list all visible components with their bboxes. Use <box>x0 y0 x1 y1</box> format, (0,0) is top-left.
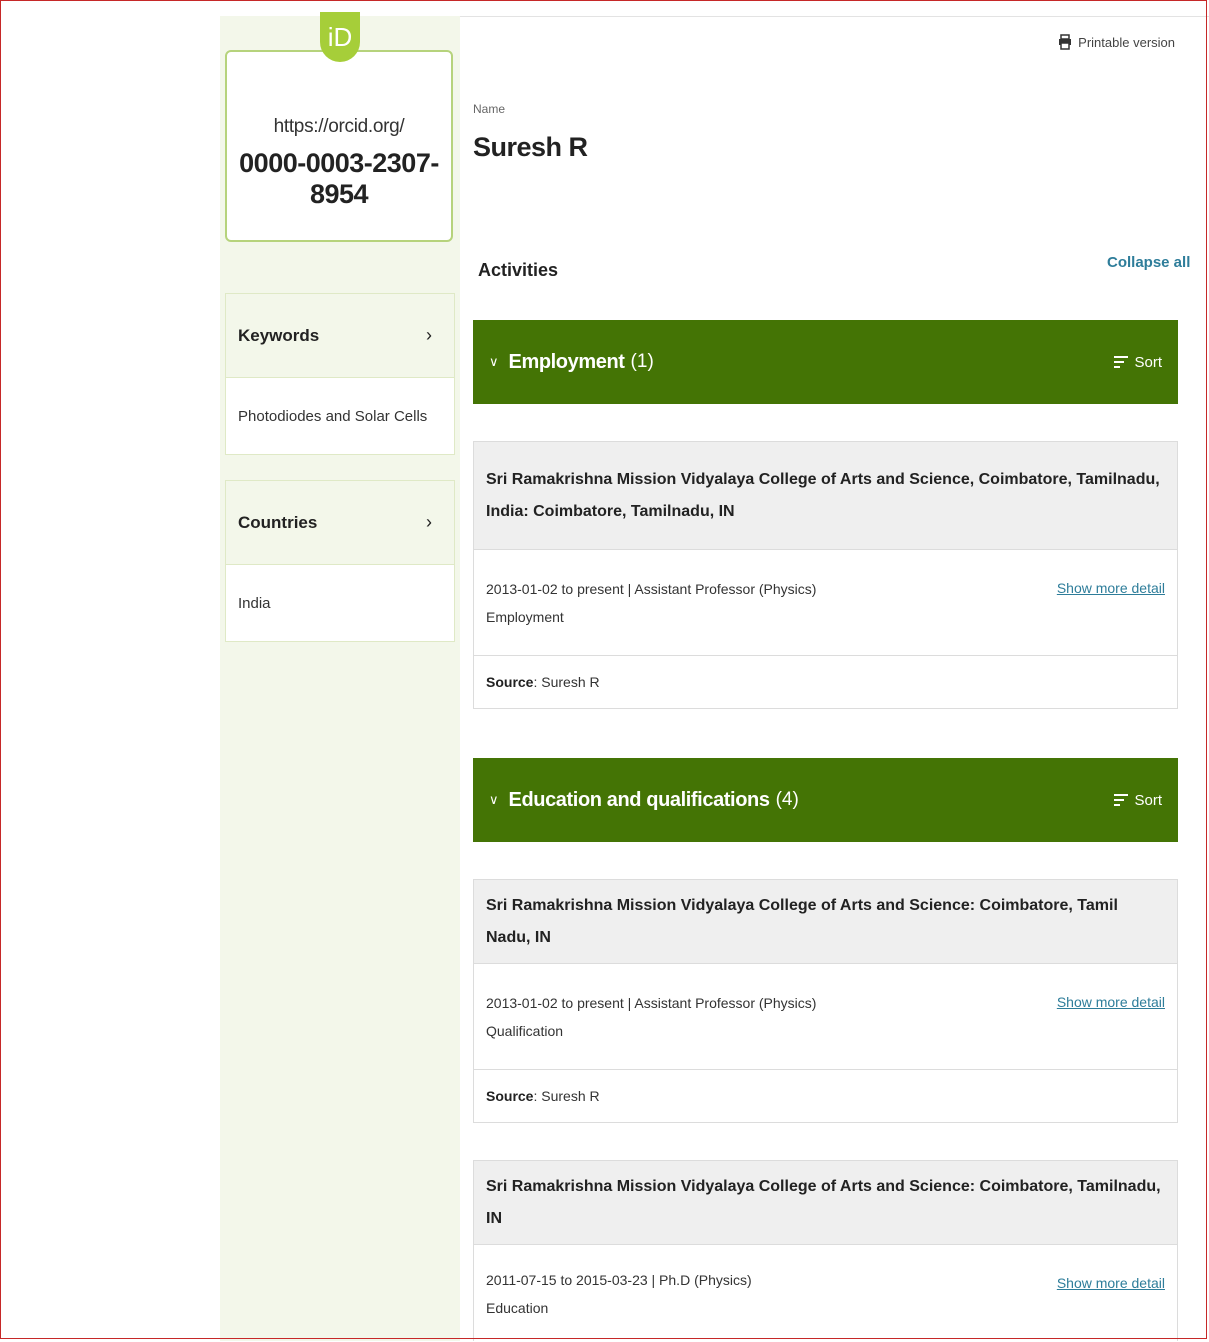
printable-version-link[interactable]: Printable version <box>1058 34 1175 50</box>
keywords-value: Photodiodes and Solar Cells <box>238 407 428 425</box>
employment-sort-button[interactable]: Sort <box>1114 354 1162 371</box>
education-1-type: Qualification <box>486 1022 564 1039</box>
orcid-id-card: https://orcid.org/ 0000-0003-2307-8954 <box>225 50 453 242</box>
countries-title: Countries <box>238 512 318 532</box>
education-sort-label: Sort <box>1134 791 1162 809</box>
keywords-title: Keywords <box>238 325 320 345</box>
countries-header[interactable]: Countries › <box>226 481 454 565</box>
education-section-header[interactable]: ∨ Education and qualifications (4) Sort <box>473 758 1178 842</box>
printable-version-label: Printable version <box>1078 34 1175 50</box>
show-more-detail-link[interactable]: Show more detail <box>1057 574 1165 602</box>
employment-card-title: Sri Ramakrishna Mission Vidyalaya Colleg… <box>474 442 1177 550</box>
countries-value: India <box>238 594 271 612</box>
countries-panel: Countries › India <box>225 480 455 642</box>
name-label: Name <box>473 102 506 116</box>
education-card-1: Sri Ramakrishna Mission Vidyalaya Colleg… <box>473 879 1178 1123</box>
orcid-logo: iD <box>320 12 360 62</box>
orcid-logo-text: iD <box>327 22 353 52</box>
employment-type: Employment <box>486 608 564 625</box>
education-card-1-title: Sri Ramakrishna Mission Vidyalaya Colleg… <box>474 880 1177 964</box>
education-title: Education and qualifications <box>508 788 770 811</box>
employment-source: Source : Suresh R <box>474 656 1177 708</box>
sort-icon <box>1114 356 1129 368</box>
keywords-header[interactable]: Keywords › <box>226 294 454 378</box>
chevron-right-icon[interactable]: › <box>426 325 432 346</box>
show-more-detail-link[interactable]: Show more detail <box>1057 988 1165 1016</box>
employment-sort-label: Sort <box>1134 353 1162 371</box>
printer-icon <box>1059 34 1072 50</box>
education-card-1-body: 2013-01-02 to present | Assistant Profes… <box>474 964 1177 1070</box>
employment-count: (1) <box>630 351 654 372</box>
employment-title: Employment <box>508 350 625 373</box>
education-count: (4) <box>775 789 799 810</box>
collapse-all-link[interactable]: Collapse all <box>1107 254 1190 271</box>
source-label: Source <box>486 1088 534 1104</box>
source-label: Source <box>486 674 534 690</box>
employment-card: Sri Ramakrishna Mission Vidyalaya Colleg… <box>473 441 1178 709</box>
sort-icon <box>1114 794 1129 806</box>
orcid-url-prefix: https://orcid.org/ <box>273 116 405 137</box>
chevron-right-icon[interactable]: › <box>426 512 432 533</box>
employment-card-body: 2013-01-02 to present | Assistant Profes… <box>474 550 1177 656</box>
activities-heading: Activities <box>478 260 559 280</box>
employment-section-header[interactable]: ∨ Employment (1) Sort <box>473 320 1178 404</box>
education-card-2: Sri Ramakrishna Mission Vidyalaya Colleg… <box>473 1160 1178 1341</box>
keywords-panel: Keywords › Photodiodes and Solar Cells <box>225 293 455 455</box>
education-card-2-body: 2011-07-15 to 2015-03-23 | Ph.D (Physics… <box>474 1245 1177 1342</box>
chevron-down-icon[interactable]: ∨ <box>489 792 499 808</box>
source-value: : Suresh R <box>533 1088 600 1104</box>
source-value: : Suresh R <box>533 674 600 690</box>
education-2-type: Education <box>486 1299 549 1316</box>
education-card-2-title: Sri Ramakrishna Mission Vidyalaya Colleg… <box>474 1161 1177 1245</box>
name-value: Suresh R <box>473 132 588 162</box>
education-sort-button[interactable]: Sort <box>1114 792 1162 809</box>
education-1-source: Source : Suresh R <box>474 1070 1177 1122</box>
orcid-id-number: 0000-0003-2307-8954 <box>239 148 439 209</box>
show-more-detail-link[interactable]: Show more detail <box>1057 1269 1165 1297</box>
chevron-down-icon[interactable]: ∨ <box>489 354 499 370</box>
